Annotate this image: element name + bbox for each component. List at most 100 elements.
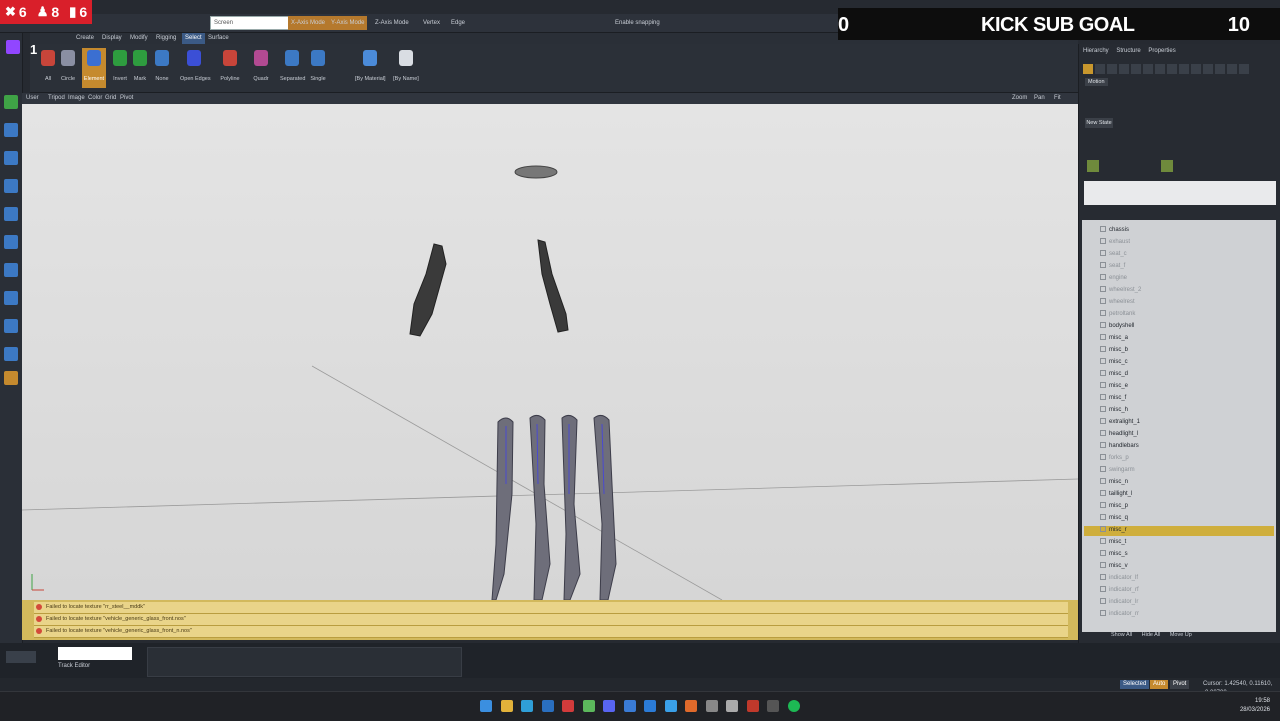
zoom-button[interactable]: Zoom — [1012, 93, 1027, 104]
menu-surface[interactable]: Surface — [208, 33, 229, 44]
lod-button[interactable] — [1203, 64, 1213, 74]
z-axis-mode-button[interactable]: Z-Axis Mode — [372, 16, 412, 30]
tree-node[interactable]: engine — [1100, 272, 1127, 284]
visibility-checkbox-icon[interactable] — [1100, 310, 1106, 317]
select-by-name-button[interactable]: [By Name] — [392, 48, 420, 88]
visibility-checkbox-icon[interactable] — [1100, 298, 1106, 305]
fit-button[interactable]: Fit — [1054, 93, 1061, 104]
tree-node[interactable]: indicator_rr — [1100, 608, 1139, 620]
tree-node[interactable]: seat_f — [1100, 260, 1125, 272]
spotify-icon[interactable] — [788, 700, 800, 712]
tree-node[interactable]: swingarm — [1100, 464, 1135, 476]
app-icon[interactable] — [644, 700, 656, 712]
lod-button[interactable] — [1107, 64, 1117, 74]
y-axis-mode-button[interactable]: Y-Axis Mode — [328, 16, 368, 30]
weld-icon[interactable] — [4, 319, 18, 333]
tree-node[interactable]: petroltank — [1100, 308, 1135, 320]
menu-rigging[interactable]: Rigging — [156, 33, 176, 44]
visibility-checkbox-icon[interactable] — [1100, 538, 1106, 545]
select-by-material-button[interactable]: [By Material] — [355, 48, 386, 88]
select-quadr-button[interactable]: Quadr — [249, 48, 273, 88]
visibility-checkbox-icon[interactable] — [1100, 346, 1106, 353]
tree-node[interactable]: extralight_1 — [1100, 416, 1140, 428]
lod-button[interactable] — [1095, 64, 1105, 74]
add-icon[interactable] — [4, 95, 18, 109]
tree-node[interactable]: misc_t — [1100, 536, 1126, 548]
select-element-icon[interactable] — [4, 371, 18, 385]
scale-icon[interactable] — [4, 179, 18, 193]
pan-button[interactable]: Pan — [1034, 93, 1045, 104]
menu-modify[interactable]: Modify — [130, 33, 148, 44]
timeline-field[interactable] — [58, 647, 132, 660]
select-circle-button[interactable]: Circle — [56, 48, 80, 88]
show-all-button[interactable]: Show All — [1111, 632, 1132, 638]
tree-node[interactable]: seat_c — [1100, 248, 1127, 260]
app-icon[interactable] — [767, 700, 779, 712]
track-editor-tab[interactable]: Track Editor — [58, 663, 90, 669]
visibility-checkbox-icon[interactable] — [1100, 466, 1106, 473]
tree-node[interactable]: wheelrest_2 — [1100, 284, 1141, 296]
view-image-menu[interactable]: Image — [68, 93, 85, 104]
view-pivot-menu[interactable]: Pivot — [120, 93, 133, 104]
3d-viewport[interactable] — [22, 104, 1078, 600]
select-separated-button[interactable]: Separated — [280, 48, 305, 88]
visibility-checkbox-icon[interactable] — [1100, 394, 1106, 401]
tree-node[interactable]: misc_p — [1100, 500, 1128, 512]
visibility-checkbox-icon[interactable] — [1100, 418, 1106, 425]
tree-node[interactable]: indicator_lr — [1100, 596, 1138, 608]
visibility-checkbox-icon[interactable] — [1100, 250, 1106, 257]
x-axis-mode-button[interactable]: X-Axis Mode — [288, 16, 329, 30]
timeline-strip[interactable] — [147, 647, 462, 677]
app-icon[interactable] — [562, 700, 574, 712]
tree-node[interactable]: misc_a — [1100, 332, 1128, 344]
visibility-checkbox-icon[interactable] — [1100, 502, 1106, 509]
cut-icon[interactable] — [4, 291, 18, 305]
system-clock[interactable]: 19:58 28/03/2026 — [1240, 697, 1270, 715]
select-polyline-button[interactable]: Polyline — [218, 48, 242, 88]
tree-node[interactable]: bodyshell — [1100, 320, 1134, 332]
select-mark-button[interactable]: Mark — [128, 48, 152, 88]
select-open-edges-button[interactable]: Open Edges — [180, 48, 211, 88]
windows-start-icon[interactable] — [480, 700, 492, 712]
visibility-checkbox-icon[interactable] — [1100, 574, 1106, 581]
visibility-checkbox-icon[interactable] — [1100, 478, 1106, 485]
lod-button[interactable] — [1155, 64, 1165, 74]
lod-button[interactable] — [1191, 64, 1201, 74]
hide-all-button[interactable]: Hide All — [1142, 632, 1161, 638]
tree-node[interactable]: forks_p — [1100, 452, 1129, 464]
visibility-checkbox-icon[interactable] — [1100, 454, 1106, 461]
visibility-checkbox-icon[interactable] — [1100, 382, 1106, 389]
visibility-checkbox-icon[interactable] — [1100, 550, 1106, 557]
visibility-checkbox-icon[interactable] — [1100, 358, 1106, 365]
paint-icon[interactable] — [4, 235, 18, 249]
lod-button[interactable] — [1167, 64, 1177, 74]
app-icon[interactable] — [583, 700, 595, 712]
move-icon[interactable] — [4, 151, 18, 165]
lod-button[interactable] — [1143, 64, 1153, 74]
menu-select[interactable]: Select — [182, 33, 205, 44]
app-icon[interactable] — [624, 700, 636, 712]
visibility-checkbox-icon[interactable] — [1100, 430, 1106, 437]
tree-node[interactable]: misc_r — [1100, 524, 1127, 536]
visibility-checkbox-icon[interactable] — [1100, 406, 1106, 413]
timeline-control[interactable] — [6, 651, 36, 663]
lod-button[interactable] — [1179, 64, 1189, 74]
menu-display[interactable]: Display — [102, 33, 122, 44]
tree-node[interactable]: misc_q — [1100, 512, 1128, 524]
vertex-button[interactable]: Vertex — [420, 16, 443, 30]
visibility-checkbox-icon[interactable] — [1100, 526, 1106, 533]
file-explorer-icon[interactable] — [501, 700, 513, 712]
view-color-menu[interactable]: Color — [88, 93, 102, 104]
tree-node[interactable]: misc_f — [1100, 392, 1126, 404]
visibility-checkbox-icon[interactable] — [1100, 442, 1106, 449]
discord-icon[interactable] — [603, 700, 615, 712]
edge-browser-icon[interactable] — [521, 700, 533, 712]
app-icon[interactable] — [747, 700, 759, 712]
tree-node[interactable]: handlebars — [1100, 440, 1139, 452]
visibility-checkbox-icon[interactable] — [1100, 226, 1106, 233]
tree-node[interactable]: indicator_lf — [1100, 572, 1138, 584]
select-none-button[interactable]: None — [150, 48, 174, 88]
tree-node[interactable]: misc_s — [1100, 548, 1128, 560]
motion-dropdown[interactable]: Motion — [1085, 78, 1108, 86]
tab-hierarchy[interactable]: Hierarchy — [1083, 48, 1109, 54]
